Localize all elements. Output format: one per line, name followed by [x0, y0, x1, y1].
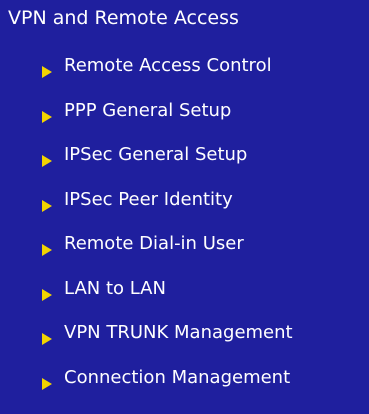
menu-item-label: PPP General Setup: [64, 99, 232, 121]
vpn-remote-access-menu: VPN and Remote Access Remote Access Cont…: [0, 0, 369, 414]
triangle-right-icon: [42, 244, 52, 256]
triangle-right-icon: [42, 333, 52, 345]
triangle-right-icon: [42, 110, 52, 123]
menu-list: Remote Access Control PPP General Setup …: [0, 55, 293, 414]
triangle-right-icon: [42, 288, 52, 301]
triangle-right-icon: [42, 155, 52, 167]
menu-item-label: Remote Dial-in User: [64, 233, 244, 254]
menu-item-label: IPSec Peer Identity: [64, 188, 233, 210]
menu-item-label: Connection Management: [64, 366, 291, 388]
menu-title: VPN and Remote Access: [8, 7, 239, 29]
triangle-right-icon: [42, 199, 52, 212]
menu-item-label: Remote Access Control: [64, 55, 272, 76]
triangle-right-icon: [42, 377, 52, 390]
menu-item-connection-management[interactable]: Connection Management: [0, 367, 293, 414]
triangle-right-icon: [42, 66, 52, 78]
menu-item-label: IPSec General Setup: [64, 144, 248, 165]
menu-item-label: LAN to LAN: [64, 277, 166, 299]
menu-item-label: VPN TRUNK Management: [64, 322, 293, 343]
